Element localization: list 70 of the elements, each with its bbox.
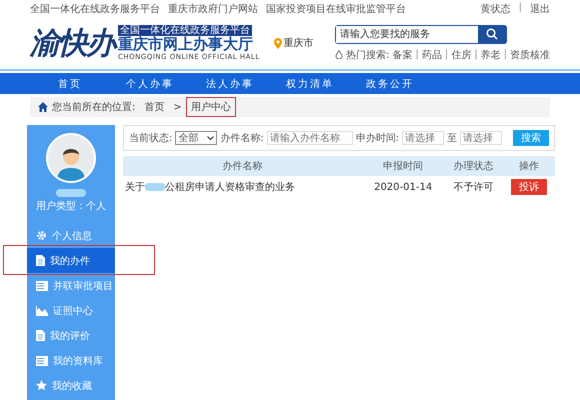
start-date-field[interactable]: 请选择 bbox=[402, 131, 444, 145]
hot-search-label: 热门搜索: bbox=[346, 48, 390, 62]
avatar-icon bbox=[46, 133, 96, 183]
complaint-button[interactable]: 投诉 bbox=[510, 179, 547, 195]
nav-item[interactable]: 权力清单 bbox=[270, 73, 350, 94]
document-icon bbox=[36, 330, 45, 341]
image-icon bbox=[36, 306, 48, 316]
separator: | bbox=[518, 2, 522, 15]
case-name: 公租房申请人资格审查的业务 bbox=[165, 182, 295, 193]
time-label: 申办时间: bbox=[356, 132, 400, 145]
star-icon bbox=[36, 380, 47, 391]
list-icon bbox=[36, 356, 48, 366]
breadcrumb-separator: > bbox=[173, 102, 182, 112]
search-button[interactable]: 搜索 bbox=[513, 130, 549, 146]
sidebar-item[interactable]: 并联审批项目 bbox=[27, 273, 115, 298]
hot-search-link[interactable]: 资质核准 bbox=[510, 48, 550, 62]
name-label: 办件名称: bbox=[220, 132, 264, 145]
hot-search-link[interactable]: 药品 bbox=[422, 48, 442, 62]
document-icon bbox=[36, 255, 45, 266]
sidebar-item[interactable]: 证照中心 bbox=[27, 298, 115, 323]
site-title: 重庆市网上办事大厅 bbox=[118, 36, 254, 54]
list-icon bbox=[36, 280, 48, 290]
end-date-field[interactable]: 请选择 bbox=[460, 131, 502, 145]
nav-item[interactable]: 政务公开 bbox=[350, 73, 430, 94]
sidebar-item[interactable]: 我的评价 bbox=[27, 323, 115, 348]
top-link[interactable]: 国家投资项目在线审批监管平台 bbox=[266, 2, 406, 17]
status-dropdown[interactable]: 全部 bbox=[175, 131, 218, 145]
home-icon bbox=[38, 102, 48, 112]
top-link[interactable]: 重庆市政府门户网站 bbox=[168, 2, 258, 17]
table-cell: 不予许可 bbox=[444, 176, 503, 198]
separator: | bbox=[474, 49, 478, 60]
nav-item[interactable]: 首页 bbox=[30, 73, 110, 94]
nav-item[interactable]: 法人办事 bbox=[190, 73, 270, 94]
column-header: 办件名称 bbox=[123, 156, 362, 176]
column-header: 申报时间 bbox=[362, 156, 445, 176]
search-field[interactable]: 请输入您要找的服务 bbox=[335, 24, 508, 44]
table-cell: 2020-01-14 bbox=[362, 176, 445, 198]
breadcrumb-link[interactable]: 首页 bbox=[139, 97, 170, 117]
platform-badge: 全国一体化在线政务服务平台 bbox=[118, 24, 252, 36]
location-pin-icon bbox=[274, 38, 282, 48]
date-separator: 至 bbox=[447, 132, 458, 145]
status-label: 当前状态: bbox=[129, 132, 172, 145]
sidebar-item[interactable]: 我的资料库 bbox=[27, 348, 115, 373]
location-text: 重庆市 bbox=[284, 36, 314, 50]
separator: | bbox=[444, 49, 448, 60]
nav-item[interactable]: 个人办事 bbox=[110, 73, 190, 94]
user-link[interactable]: 黄状态 bbox=[480, 2, 511, 17]
separator: | bbox=[504, 49, 507, 60]
user-type: 用户类型：个人 bbox=[36, 200, 106, 213]
name-field[interactable]: 请输入办件名称 bbox=[266, 131, 353, 145]
user-link[interactable]: 退出 bbox=[530, 2, 550, 17]
search-icon bbox=[486, 28, 498, 40]
hot-search-link[interactable]: 备案 bbox=[392, 48, 412, 62]
column-header: 操作 bbox=[502, 156, 555, 176]
masked-username bbox=[56, 189, 86, 197]
search-button[interactable] bbox=[478, 26, 506, 42]
logo-text: 渝快办 bbox=[30, 22, 114, 64]
top-link[interactable]: 全国一体化在线政务服务平台 bbox=[30, 2, 160, 17]
column-header: 办理状态 bbox=[444, 156, 503, 176]
gear-icon bbox=[36, 230, 47, 241]
case-name-prefix: 关于 bbox=[125, 182, 145, 193]
breadcrumb-prefix: 您当前所在的位置: bbox=[52, 100, 136, 114]
masked-text bbox=[145, 183, 165, 192]
chevron-down-icon bbox=[207, 136, 214, 140]
separator: | bbox=[416, 49, 419, 60]
hot-search-link[interactable]: 住房 bbox=[451, 48, 472, 62]
sidebar-item[interactable]: 个人信息 bbox=[27, 223, 115, 248]
sidebar-item[interactable]: 我的收藏 bbox=[27, 373, 115, 398]
breadcrumb-link[interactable]: 用户中心 bbox=[186, 97, 236, 117]
hot-search-link[interactable]: 养老 bbox=[480, 48, 501, 62]
